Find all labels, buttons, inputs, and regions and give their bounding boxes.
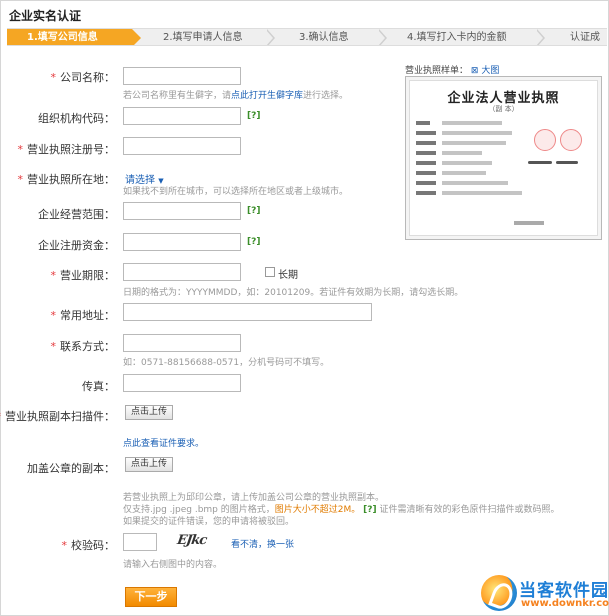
location-hint: 如果找不到所在城市，可以选择所在地区或者上级城市。 <box>123 187 349 197</box>
next-step-button[interactable]: 下一步 <box>125 587 177 607</box>
site-logo-icon <box>481 575 517 611</box>
stamped-copy-hint-line3: 如果提交的证件错误，您的申请将被驳回。 <box>123 517 295 527</box>
registered-capital-label: 企业注册资金： <box>38 239 115 252</box>
business-term-input[interactable] <box>123 263 241 281</box>
red-stamp <box>560 129 582 151</box>
business-scope-label: 企业经营范围： <box>38 208 115 221</box>
required-marker: * <box>61 539 68 552</box>
page-title: 企业实名认证 <box>9 9 82 23</box>
required-marker: * <box>50 269 57 282</box>
captcha-refresh-link[interactable]: 看不清，换一张 <box>231 537 294 550</box>
red-stamp <box>534 129 556 151</box>
captcha-hint: 请输入右侧图中的内容。 <box>123 560 223 570</box>
file-format-help-icon[interactable]: [?] <box>363 505 376 515</box>
step-4-enter-amount: 4.填写打入卡内的金额 <box>407 32 507 43</box>
license-scan-label: *营业执照副本扫描件： <box>0 408 115 424</box>
sample-license-image[interactable]: 企业法人营业执照 （副 本） <box>405 76 602 240</box>
address-input[interactable] <box>123 303 372 321</box>
required-marker: * <box>50 71 57 84</box>
step-separator <box>266 29 275 45</box>
license-no-label: * 营业执照注册号： <box>17 143 116 156</box>
captcha-image[interactable]: EJkc <box>176 533 217 551</box>
fax-label: 传真： <box>82 380 115 393</box>
license-document: 企业法人营业执照 （副 本） <box>409 80 598 236</box>
business-scope-help-icon[interactable]: [?] <box>247 206 260 216</box>
company-name-hint: 若公司名称里有生僻字，请点此打开生僻字库进行选择。 <box>123 91 349 101</box>
signature-scribble <box>528 161 552 164</box>
signature-scribble <box>556 161 578 164</box>
license-subtitle: （副 本） <box>488 105 519 113</box>
certificate-requirements-link[interactable]: 点此查看证件要求。 <box>123 436 204 449</box>
license-scan-upload-button[interactable]: 点击上传 <box>125 405 174 420</box>
zoom-icon: ⊠ <box>470 66 479 76</box>
stamped-copy-label: 加盖公章的副本： <box>27 462 115 475</box>
site-watermark: 当客软件园 www.downkr.com <box>479 573 609 615</box>
address-label: * 常用地址： <box>50 309 116 322</box>
business-term-hint: 日期的格式为：YYYYMMDD，如：20101209。若证件有效期为长期，请勾选… <box>123 288 464 298</box>
license-location-label: * 营业执照所在地： <box>17 173 116 186</box>
required-marker: * <box>50 340 57 353</box>
company-name-input[interactable] <box>123 67 241 85</box>
company-name-label: * 公司名称： <box>50 71 116 84</box>
zoom-link[interactable]: 大图 <box>481 66 499 76</box>
license-no-input[interactable] <box>123 137 241 155</box>
contact-input[interactable] <box>123 334 241 352</box>
fax-input[interactable] <box>123 374 241 392</box>
required-marker: * <box>50 309 57 322</box>
long-term-checkbox[interactable] <box>265 267 275 277</box>
required-marker: * <box>17 143 24 156</box>
page-frame: 企业实名认证 1.填写公司信息 2.填写申请人信息 3.确认信息 4.填写打入卡… <box>0 0 609 616</box>
step-2-applicant-info: 2.填写申请人信息 <box>163 32 243 43</box>
required-marker: * <box>0 410 1 423</box>
registered-capital-help-icon[interactable]: [?] <box>247 237 260 247</box>
long-term-label: 长期 <box>278 270 298 281</box>
registered-capital-input[interactable] <box>123 233 241 251</box>
contact-hint: 如：0571-88156688-0571，分机号码可不填写。 <box>123 358 330 368</box>
step-separator <box>536 29 545 45</box>
step-3-confirm-info: 3.确认信息 <box>299 32 349 43</box>
step-progress-bar: 1.填写公司信息 2.填写申请人信息 3.确认信息 4.填写打入卡内的金额 认证… <box>7 28 607 46</box>
watermark-url: www.downkr.com <box>521 598 609 609</box>
stamped-copy-upload-button[interactable]: 点击上传 <box>125 457 174 472</box>
sample-heading: 营业执照样单： ⊠ 大图 <box>405 66 500 76</box>
step-5-success: 认证成功 <box>570 32 600 43</box>
business-scope-input[interactable] <box>123 202 241 220</box>
step-1-company-info: 1.填写公司信息 <box>7 29 141 45</box>
step-separator <box>378 29 387 45</box>
business-term-label: * 营业期限： <box>50 269 116 282</box>
org-code-input[interactable] <box>123 107 241 125</box>
contact-label: * 联系方式： <box>50 340 116 353</box>
org-code-help-icon[interactable]: [?] <box>247 111 260 121</box>
captcha-label: * 校验码： <box>61 539 116 552</box>
org-code-label: 组织机构代码： <box>38 112 115 125</box>
required-marker: * <box>17 173 24 186</box>
captcha-input[interactable] <box>123 533 157 551</box>
rare-char-link[interactable]: 点此打开生僻字库 <box>231 91 303 101</box>
